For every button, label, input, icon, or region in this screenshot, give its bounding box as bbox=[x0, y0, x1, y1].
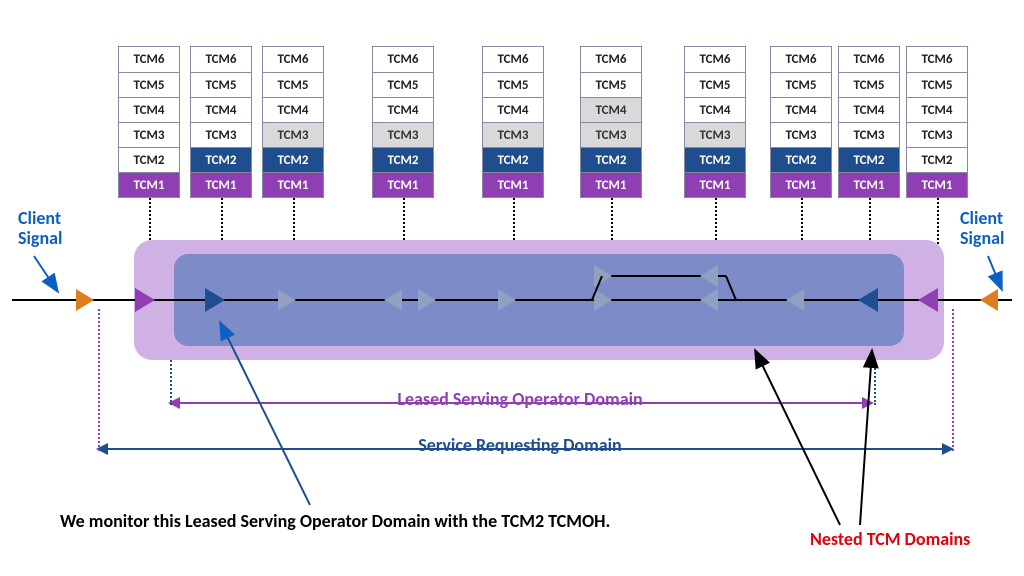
tcm-cell: TCM5 bbox=[839, 72, 899, 97]
tcm-cell: TCM5 bbox=[907, 72, 967, 97]
tcm-cell: TCM6 bbox=[373, 47, 433, 72]
service-label: Service Requesting Domain bbox=[320, 434, 720, 456]
tcm-cell: TCM4 bbox=[263, 97, 323, 122]
service-span bbox=[108, 448, 942, 450]
tcm-cell: TCM5 bbox=[191, 72, 251, 97]
client-signal-right: ClientSignal bbox=[960, 209, 1004, 249]
tcm-cell: TCM1 bbox=[263, 172, 323, 197]
tcm-cell: TCM4 bbox=[839, 97, 899, 122]
tcm-cell: TCM1 bbox=[907, 172, 967, 197]
triangle-grey-3 bbox=[418, 289, 436, 311]
tcm-cell: TCM3 bbox=[581, 122, 641, 147]
triangle-grey-6b bbox=[700, 265, 718, 287]
triangle-blue-left bbox=[205, 288, 225, 312]
tcm-cell: TCM2 bbox=[839, 147, 899, 172]
tcm-cell: TCM5 bbox=[483, 72, 543, 97]
triangle-grey-7 bbox=[786, 289, 804, 311]
tcm-cell: TCM1 bbox=[191, 172, 251, 197]
tcm-cell: TCM1 bbox=[771, 172, 831, 197]
triangle-orange-right bbox=[980, 289, 998, 311]
tcm-cell: TCM1 bbox=[373, 172, 433, 197]
tcm-cell: TCM4 bbox=[483, 97, 543, 122]
tcm-cell: TCM6 bbox=[907, 47, 967, 72]
triangle-grey-4 bbox=[498, 289, 516, 311]
tcm-cell: TCM6 bbox=[771, 47, 831, 72]
tcm-cell: TCM2 bbox=[263, 147, 323, 172]
tcm-cell: TCM5 bbox=[581, 72, 641, 97]
tcm-cell: TCM6 bbox=[581, 47, 641, 72]
tcm-cell: TCM1 bbox=[119, 172, 179, 197]
dot-limit bbox=[98, 309, 100, 451]
client-signal-left: ClientSignal bbox=[18, 209, 62, 249]
tcm-cell: TCM3 bbox=[373, 122, 433, 147]
tcm-cell: TCM6 bbox=[191, 47, 251, 72]
tcm-cell: TCM4 bbox=[191, 97, 251, 122]
tcm-cell: TCM3 bbox=[263, 122, 323, 147]
tcm-cell: TCM4 bbox=[373, 97, 433, 122]
tcm-cell: TCM6 bbox=[839, 47, 899, 72]
tcm-cell: TCM6 bbox=[263, 47, 323, 72]
nested-label: Nested TCM Domains bbox=[810, 528, 970, 550]
triangle-blue-right bbox=[858, 288, 878, 312]
tcm-cell: TCM2 bbox=[685, 147, 745, 172]
tcm-cell: TCM6 bbox=[483, 47, 543, 72]
tcm-stack: TCM6TCM5TCM4TCM3TCM2TCM1 bbox=[838, 46, 900, 198]
triangle-purple-right bbox=[918, 288, 938, 312]
triangle-grey-5a bbox=[594, 289, 612, 311]
tcm-cell: TCM4 bbox=[119, 97, 179, 122]
triangle-grey-2 bbox=[384, 289, 402, 311]
tcm-cell: TCM5 bbox=[685, 72, 745, 97]
tcm-cell: TCM2 bbox=[907, 147, 967, 172]
tcm-cell: TCM4 bbox=[771, 97, 831, 122]
tcm-cell: TCM3 bbox=[119, 122, 179, 147]
tcm-cell: TCM4 bbox=[581, 97, 641, 122]
tcm-cell: TCM3 bbox=[771, 122, 831, 147]
tcm-stack: TCM6TCM5TCM4TCM3TCM2TCM1 bbox=[684, 46, 746, 198]
tcm-cell: TCM1 bbox=[581, 172, 641, 197]
tcm-cell: TCM3 bbox=[907, 122, 967, 147]
callout-text: We monitor this Leased Serving Operator … bbox=[60, 510, 610, 532]
tcm-cell: TCM3 bbox=[483, 122, 543, 147]
leased-span bbox=[178, 402, 864, 404]
tcm-stack: TCM6TCM5TCM4TCM3TCM2TCM1 bbox=[190, 46, 252, 198]
tcm-cell: TCM2 bbox=[483, 147, 543, 172]
triangle-orange-left bbox=[76, 289, 94, 311]
tcm-stack: TCM6TCM5TCM4TCM3TCM2TCM1 bbox=[906, 46, 968, 198]
tcm-cell: TCM2 bbox=[191, 147, 251, 172]
tcm-stack: TCM6TCM5TCM4TCM3TCM2TCM1 bbox=[770, 46, 832, 198]
tcm-cell: TCM1 bbox=[839, 172, 899, 197]
leased-label: Leased Serving Operator Domain bbox=[320, 388, 720, 410]
triangle-grey-1 bbox=[278, 289, 296, 311]
tcm-cell: TCM2 bbox=[119, 147, 179, 172]
dot-limit bbox=[952, 309, 954, 451]
tcm-cell: TCM6 bbox=[685, 47, 745, 72]
tcm-cell: TCM5 bbox=[263, 72, 323, 97]
tcm-cell: TCM5 bbox=[119, 72, 179, 97]
tcm-cell: TCM1 bbox=[483, 172, 543, 197]
tcm-cell: TCM3 bbox=[191, 122, 251, 147]
tcm-cell: TCM1 bbox=[685, 172, 745, 197]
triangle-grey-6a bbox=[700, 289, 718, 311]
tcm-cell: TCM3 bbox=[839, 122, 899, 147]
tcm-cell: TCM2 bbox=[581, 147, 641, 172]
tcm-cell: TCM4 bbox=[685, 97, 745, 122]
tcm-cell: TCM2 bbox=[771, 147, 831, 172]
tcm-cell: TCM5 bbox=[771, 72, 831, 97]
triangle-grey-5b bbox=[594, 265, 612, 287]
tcm-cell: TCM3 bbox=[685, 122, 745, 147]
tcm-stack: TCM6TCM5TCM4TCM3TCM2TCM1 bbox=[482, 46, 544, 198]
tcm-cell: TCM5 bbox=[373, 72, 433, 97]
tcm-cell: TCM4 bbox=[907, 97, 967, 122]
tcm-stack: TCM6TCM5TCM4TCM3TCM2TCM1 bbox=[118, 46, 180, 198]
tcm-stack: TCM6TCM5TCM4TCM3TCM2TCM1 bbox=[372, 46, 434, 198]
tcm-stack: TCM6TCM5TCM4TCM3TCM2TCM1 bbox=[580, 46, 642, 198]
tcm-cell: TCM2 bbox=[373, 147, 433, 172]
triangle-purple-left bbox=[135, 288, 155, 312]
tcm-stack: TCM6TCM5TCM4TCM3TCM2TCM1 bbox=[262, 46, 324, 198]
tcm-cell: TCM6 bbox=[119, 47, 179, 72]
